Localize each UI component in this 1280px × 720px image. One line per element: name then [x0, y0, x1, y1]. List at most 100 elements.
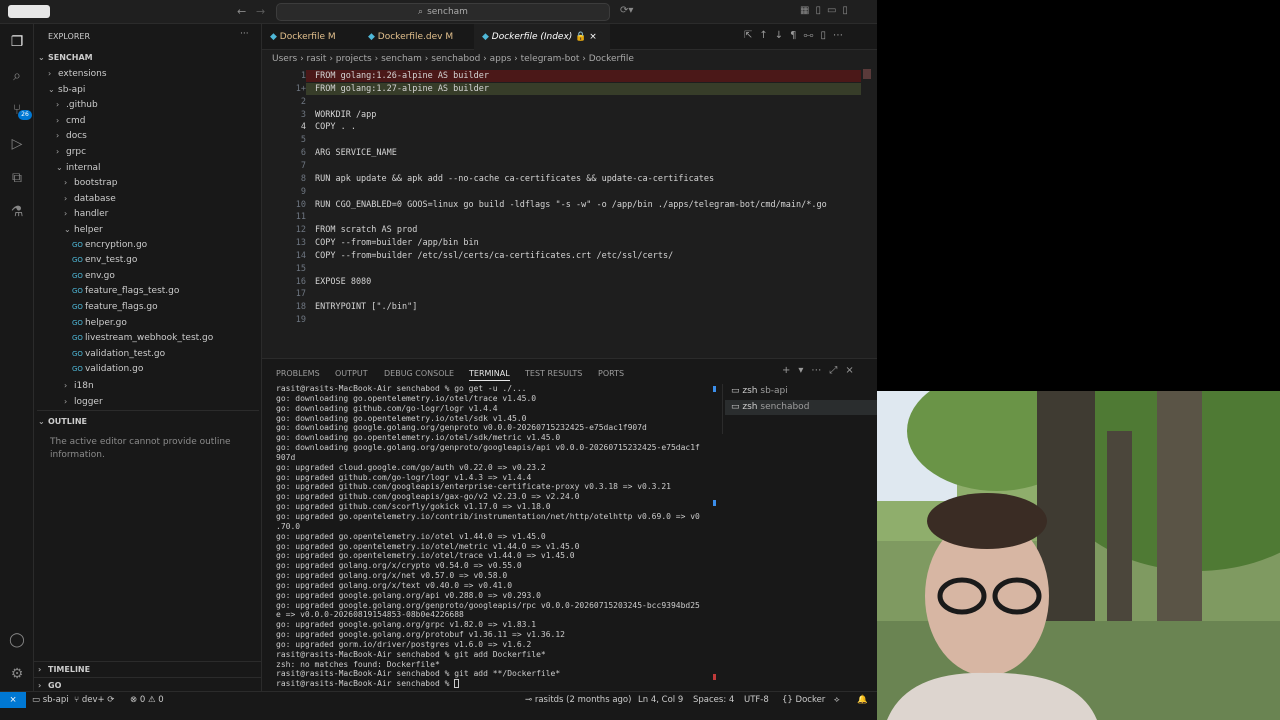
panel-actions-icons[interactable]: +▾⋯⤢×	[782, 365, 862, 376]
outline-section-header[interactable]: ⌄ OUTLINE	[34, 414, 262, 429]
status-branch[interactable]: ⑂ dev+ ⟳	[74, 692, 114, 708]
folder-row[interactable]: › extensions	[34, 66, 262, 81]
folder-row[interactable]: › handler	[34, 206, 262, 221]
remote-indicator-icon[interactable]: ⨯	[0, 692, 26, 708]
terminal-name: senchabod	[760, 402, 810, 412]
command-center-search[interactable]: ⌕ sencham	[276, 3, 610, 21]
status-language[interactable]: {} Docker	[782, 692, 825, 708]
editor-actions-icons[interactable]: ⇱↑↓¶⧟▯⋯	[744, 30, 850, 41]
settings-gear-icon[interactable]: ⚙	[7, 664, 27, 684]
notifications-icon[interactable]: 🔔	[857, 692, 868, 708]
code-line: ENTRYPOINT ["./bin"]	[315, 302, 418, 313]
tab-dockerfile-index[interactable]: ◆ Dockerfile (Index) 🔒 ×	[474, 24, 610, 50]
breadcrumb-item[interactable]: sencham	[381, 54, 422, 64]
scm-badge: 26	[18, 110, 32, 120]
back-arrow-icon[interactable]: ←	[237, 5, 246, 18]
file-row[interactable]: GO validation_test.go	[34, 347, 262, 362]
folder-row[interactable]: › bootstrap	[34, 175, 262, 190]
folder-row[interactable]: ⌄ helper	[34, 222, 262, 237]
line-number: 1	[300, 71, 306, 81]
status-branch-label: dev+	[81, 695, 105, 705]
status-problems[interactable]: ⊗ 0 ⚠ 0	[130, 692, 164, 708]
file-row[interactable]: GO env_test.go	[34, 253, 262, 268]
code-line: EXPOSE 8080	[315, 276, 372, 287]
folder-row[interactable]: › i18n	[34, 378, 262, 393]
breadcrumb-item[interactable]: Dockerfile	[589, 54, 634, 64]
folder-row[interactable]: › database	[34, 191, 262, 206]
status-bar: ⨯ ▭ sb-api ⑂ dev+ ⟳ ⊗ 0 ⚠ 0 ⊸ rasitds (2…	[0, 691, 877, 708]
file-row[interactable]: GO validation.go	[34, 362, 262, 377]
line-number: 9	[300, 186, 306, 197]
status-encoding[interactable]: UTF-8	[744, 692, 769, 708]
tree-item-label: docs	[66, 131, 87, 142]
close-icon[interactable]: ×	[589, 32, 597, 42]
panel-tab-debug-console[interactable]: DEBUG CONSOLE	[384, 367, 454, 381]
file-row[interactable]: GO feature_flags.go	[34, 300, 262, 315]
error-count: 0	[139, 695, 146, 705]
breadcrumb-item[interactable]: projects	[336, 54, 372, 64]
terminal-item-senchabod[interactable]: ▭ zsh senchabod	[725, 400, 877, 415]
timeline-section-header[interactable]: › TIMELINE	[34, 661, 262, 676]
file-row[interactable]: GO helper.go	[34, 316, 262, 331]
status-blame[interactable]: ⊸ rasitds (2 months ago)	[525, 692, 631, 708]
folder-row[interactable]: › logger	[34, 394, 262, 409]
panel-tab-test-results[interactable]: TEST RESULTS	[525, 367, 582, 381]
status-indent[interactable]: Spaces: 4	[693, 692, 734, 708]
folder-row[interactable]: ⌄ internal	[34, 160, 262, 175]
file-row[interactable]: GO env.go	[34, 269, 262, 284]
lock-icon: 🔒	[575, 32, 587, 42]
line-number: 6	[300, 148, 306, 159]
code-line: FROM scratch AS prod	[315, 225, 418, 236]
branch-icon: ⑂	[74, 695, 80, 705]
folder-row[interactable]: › docs	[34, 128, 262, 143]
file-row[interactable]: GO feature_flags_test.go	[34, 284, 262, 299]
breadcrumb-item[interactable]: apps	[490, 54, 512, 64]
panel-tab-problems[interactable]: PROBLEMS	[276, 367, 320, 381]
folder-row[interactable]: ⌄ sb-api	[34, 82, 262, 97]
tab-dockerfile-dev[interactable]: ◆ Dockerfile.dev M	[360, 24, 474, 50]
breadcrumb-item[interactable]: telegram-bot	[521, 54, 580, 64]
folder-row[interactable]: › grpc	[34, 144, 262, 159]
panel-tab-terminal[interactable]: TERMINAL	[469, 367, 510, 381]
tree-item-label: encryption.go	[84, 239, 148, 250]
bottom-panel: PROBLEMS OUTPUT DEBUG CONSOLE TERMINAL TEST …	[262, 358, 877, 691]
panel-tab-ports[interactable]: PORTS	[598, 367, 624, 381]
status-folder[interactable]: ▭ sb-api	[32, 692, 69, 708]
file-row[interactable]: GO encryption.go	[34, 238, 262, 253]
terminal-line: go: upgraded golang.org/x/net v0.57.0 =>…	[276, 571, 508, 581]
go-file-icon: GO	[72, 303, 83, 311]
chevron-right-icon: ›	[56, 147, 60, 156]
forward-arrow-icon[interactable]: →	[256, 5, 265, 18]
explorer-icon[interactable]: ❐	[7, 32, 27, 52]
breadcrumb-item[interactable]: Users	[272, 54, 297, 64]
extensions-icon[interactable]: ⧉	[7, 168, 27, 188]
folder-row[interactable]: › cmd	[34, 113, 262, 128]
window-controls[interactable]	[8, 5, 50, 18]
tree-item-label: bootstrap	[74, 178, 118, 189]
run-debug-icon[interactable]: ▷	[7, 134, 27, 154]
workspace-root[interactable]: ⌄ SENCHAM	[34, 50, 262, 65]
tree-item-label: helper	[74, 225, 103, 235]
tree-item-label: handler	[74, 209, 109, 220]
status-cursor[interactable]: Ln 4, Col 9	[638, 692, 683, 708]
terminal-item-sb-api[interactable]: ▭ zsh sb-api	[725, 384, 877, 399]
breadcrumb-item[interactable]: senchabod	[431, 54, 480, 64]
search-view-icon[interactable]: ⌕	[7, 66, 27, 86]
breadcrumb-item[interactable]: rasit	[307, 54, 327, 64]
testing-icon[interactable]: ⚗	[7, 202, 27, 222]
layout-toggle-icons[interactable]: ▦▯▭▯	[800, 5, 854, 16]
account-icon[interactable]: ◯	[7, 630, 27, 650]
tab-dockerfile[interactable]: ◆ Dockerfile M	[262, 24, 360, 50]
folder-row[interactable]: › .github	[34, 97, 262, 112]
copilot-icon[interactable]: ⟳▾	[620, 5, 633, 16]
more-actions-icon[interactable]: ···	[240, 29, 249, 39]
copilot-status-icon[interactable]: ⟡	[834, 692, 840, 708]
terminal-line: .70.0	[276, 521, 301, 531]
tree-item-label: feature_flags.go	[84, 302, 158, 312]
tree-item-label: env.go	[84, 270, 115, 281]
panel-tab-output[interactable]: OUTPUT	[335, 367, 368, 381]
source-control-icon[interactable]: ⑂ 26	[7, 100, 32, 120]
terminal-output[interactable]: rasit@rasits-MacBook-Air senchabod % go …	[276, 384, 716, 689]
go-section-header[interactable]: › GO	[34, 677, 262, 692]
file-row[interactable]: GO livestream_webhook_test.go	[34, 331, 262, 346]
